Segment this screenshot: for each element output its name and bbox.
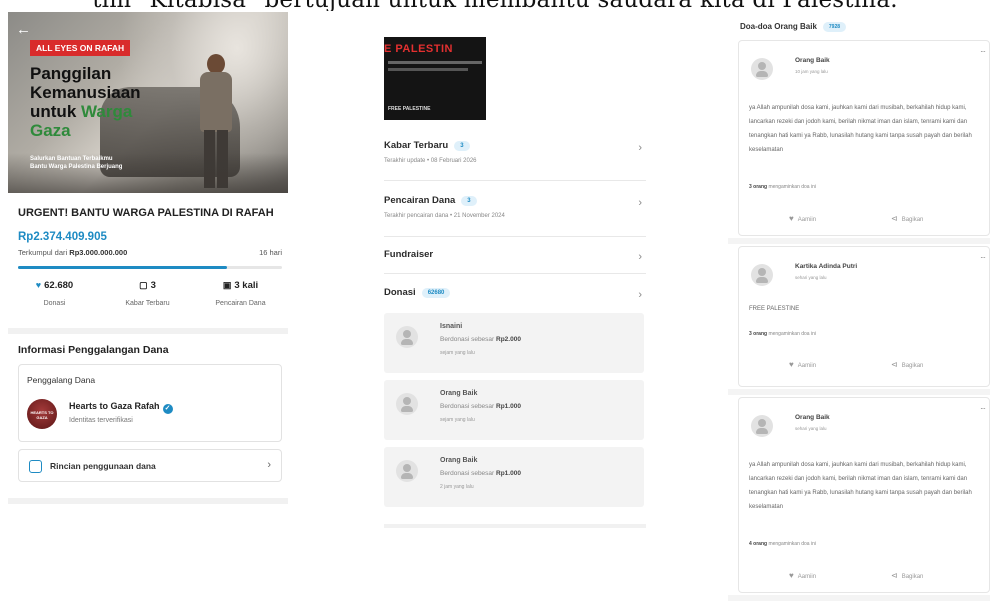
chevron-right-icon: ›: [638, 251, 642, 263]
heart-icon: ♥: [789, 571, 794, 580]
fundraiser-name: Hearts to Gaza Rafah ✓: [69, 401, 173, 414]
amin-button[interactable]: ♥ Aamiin: [789, 571, 816, 580]
prayer-card: Kartika Adinda Putri sehari yang lalu ··…: [738, 246, 990, 387]
campaign-hero-image: ← ALL EYES ON RAFAH Panggilan Kemanusiaa…: [8, 12, 288, 193]
share-icon: ⊲: [891, 571, 898, 580]
hero-subtitle: Salurkan Bantuan Terbaikmu Bantu Warga P…: [30, 156, 123, 170]
progress-bar: [18, 266, 282, 269]
avatar-icon: [751, 58, 773, 80]
avatar-icon: [396, 393, 418, 415]
campaign-title: URGENT! BANTU WARGA PALESTINA DI RAFAH: [18, 207, 274, 219]
donor-item: Orang Baik Berdonasi sebesar Rp1.000 2 j…: [384, 447, 644, 507]
hero-title: Panggilan Kemanusiaan untuk Warga Gaza: [30, 64, 141, 140]
chevron-right-icon: ›: [638, 289, 642, 301]
days-left: 16 hari: [259, 248, 282, 257]
heart-icon: ♥: [789, 360, 794, 369]
campaign-stats: ♥ 62.680 Donasi ▢ 3 Kabar Terbaru ▣ 3 kali …: [8, 280, 288, 320]
prayer-card: Orang Baik 10 jam yang lalu ··· ya Allah…: [738, 40, 990, 236]
campaign-detail-panel: ← ALL EYES ON RAFAH Panggilan Kemanusiaa…: [8, 12, 288, 504]
row-kabar-terbaru[interactable]: Kabar Terbaru 3 Terakhir update • 08 Febr…: [384, 140, 646, 164]
more-options-icon[interactable]: ···: [980, 47, 986, 56]
donor-item: Orang Baik Berdonasi sebesar Rp1.000 sej…: [384, 380, 644, 440]
fundraiser-card[interactable]: Penggalang Dana HEARTS TO GAZA Hearts to…: [18, 364, 282, 442]
share-button[interactable]: ⊲ Bagikan: [891, 214, 923, 223]
receipt-icon: [29, 460, 42, 473]
row-pencairan-dana[interactable]: Pencairan Dana 3 Terakhir pencairan dana …: [384, 195, 646, 219]
chevron-right-icon: ›: [638, 197, 642, 209]
collected-amount: Rp2.374.409.905: [18, 231, 107, 243]
row-fundraiser[interactable]: Fundraiser ›: [384, 249, 646, 263]
fundraiser-verified-text: Identitas terverifikasi: [69, 417, 133, 424]
fund-usage-details-button[interactable]: Rincian penggunaan dana ›: [18, 449, 282, 482]
verified-badge-icon: ✓: [162, 404, 173, 414]
stat-kabar-terbaru[interactable]: ▢ 3 Kabar Terbaru: [101, 280, 194, 307]
share-icon: ⊲: [891, 214, 898, 223]
share-icon: ⊲: [891, 360, 898, 369]
figure-caption: tim "Kitabisa" bertujuan untuk membantu …: [0, 0, 990, 11]
campaign-sections-panel: E PALESTIN FREE PALESTINE Kabar Terbaru 3…: [376, 37, 646, 529]
more-options-icon[interactable]: ···: [980, 404, 986, 413]
prayers-title: Doa-doa Orang Baik 7928: [740, 22, 847, 32]
wallet-icon: ▣: [222, 280, 232, 290]
amin-button[interactable]: ♥ Aamiin: [789, 360, 816, 369]
chevron-right-icon: ›: [638, 142, 642, 154]
chevron-right-icon: ›: [267, 459, 271, 471]
hero-badge: ALL EYES ON RAFAH: [30, 40, 131, 56]
share-button[interactable]: ⊲ Bagikan: [891, 360, 923, 369]
campaign-thumbnail: E PALESTIN FREE PALESTINE: [384, 37, 486, 120]
prayers-panel: Doa-doa Orang Baik 7928 Orang Baik 10 jam…: [728, 18, 990, 601]
fundraiser-logo: HEARTS TO GAZA: [27, 399, 57, 429]
progress-fill: [18, 266, 227, 269]
share-button[interactable]: ⊲ Bagikan: [891, 571, 923, 580]
prayer-card: Orang Baik sehari yang lalu ··· ya Allah…: [738, 397, 990, 593]
document-icon: ▢: [139, 280, 148, 290]
amin-button[interactable]: ♥ Aamiin: [789, 214, 816, 223]
info-section-title: Informasi Penggalangan Dana: [18, 344, 169, 356]
heart-icon: ♥: [789, 214, 794, 223]
avatar-icon: [751, 415, 773, 437]
heart-icon: ♥: [35, 280, 42, 290]
avatar-icon: [396, 326, 418, 348]
stat-donasi[interactable]: ♥ 62.680 Donasi: [8, 280, 101, 307]
donor-item: Isnaini Berdonasi sebesar Rp2.000 sejam …: [384, 313, 644, 373]
target-amount: Terkumpul dari Rp3.000.000.000: [18, 248, 128, 257]
avatar-icon: [396, 460, 418, 482]
back-arrow-icon[interactable]: ←: [16, 21, 31, 38]
row-donasi[interactable]: Donasi 62680 ›: [384, 287, 646, 301]
avatar-icon: [751, 264, 773, 286]
section-divider: [8, 328, 288, 334]
more-options-icon[interactable]: ···: [980, 253, 986, 262]
stat-pencairan-dana[interactable]: ▣ 3 kali Pencairan Dana: [194, 280, 287, 307]
fundraiser-caption: Penggalang Dana: [27, 375, 96, 385]
section-divider: [8, 498, 288, 504]
